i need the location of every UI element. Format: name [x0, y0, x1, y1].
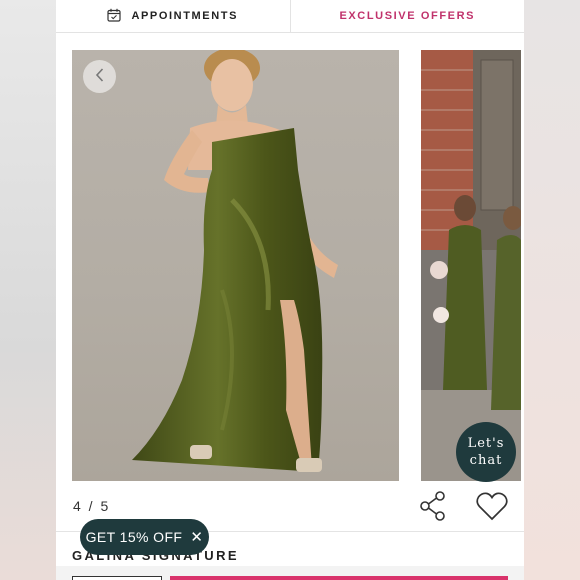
image-counter: 4 / 5 [73, 498, 111, 514]
product-page: APPOINTMENTS EXCLUSIVE OFFERS Let's chat… [56, 0, 524, 580]
share-icon [418, 491, 448, 526]
model-in-green-dress-illustration [132, 50, 338, 472]
promo-label: GET 15% OFF [85, 529, 183, 545]
chat-label-line1: Let's [467, 436, 505, 451]
exclusive-offers-label: EXCLUSIVE OFFERS [339, 10, 476, 22]
calendar-icon [107, 8, 122, 25]
blurred-left-edge [0, 0, 56, 580]
top-bar: APPOINTMENTS EXCLUSIVE OFFERS [56, 0, 524, 33]
promo-pill[interactable]: GET 15% OFF ✕ [80, 519, 209, 555]
secondary-action-button[interactable] [72, 576, 162, 580]
chat-button[interactable]: Let's chat [456, 422, 516, 482]
exclusive-offers-link[interactable]: EXCLUSIVE OFFERS [291, 0, 525, 32]
previous-image-button[interactable] [83, 60, 116, 93]
chevron-left-icon [94, 67, 106, 86]
product-image-main[interactable] [72, 50, 399, 481]
appointments-link[interactable]: APPOINTMENTS [56, 0, 291, 32]
favorite-button[interactable] [475, 490, 509, 522]
share-button[interactable] [418, 490, 448, 522]
product-image-next[interactable] [421, 50, 521, 481]
close-icon[interactable]: ✕ [190, 528, 203, 546]
chat-label-line2: chat [469, 453, 503, 468]
bridesmaids-brick-wall-illustration [421, 50, 521, 481]
blurred-right-edge [524, 0, 580, 580]
heart-icon [475, 492, 509, 526]
appointments-label: APPOINTMENTS [131, 10, 239, 22]
primary-action-button[interactable] [170, 576, 508, 580]
